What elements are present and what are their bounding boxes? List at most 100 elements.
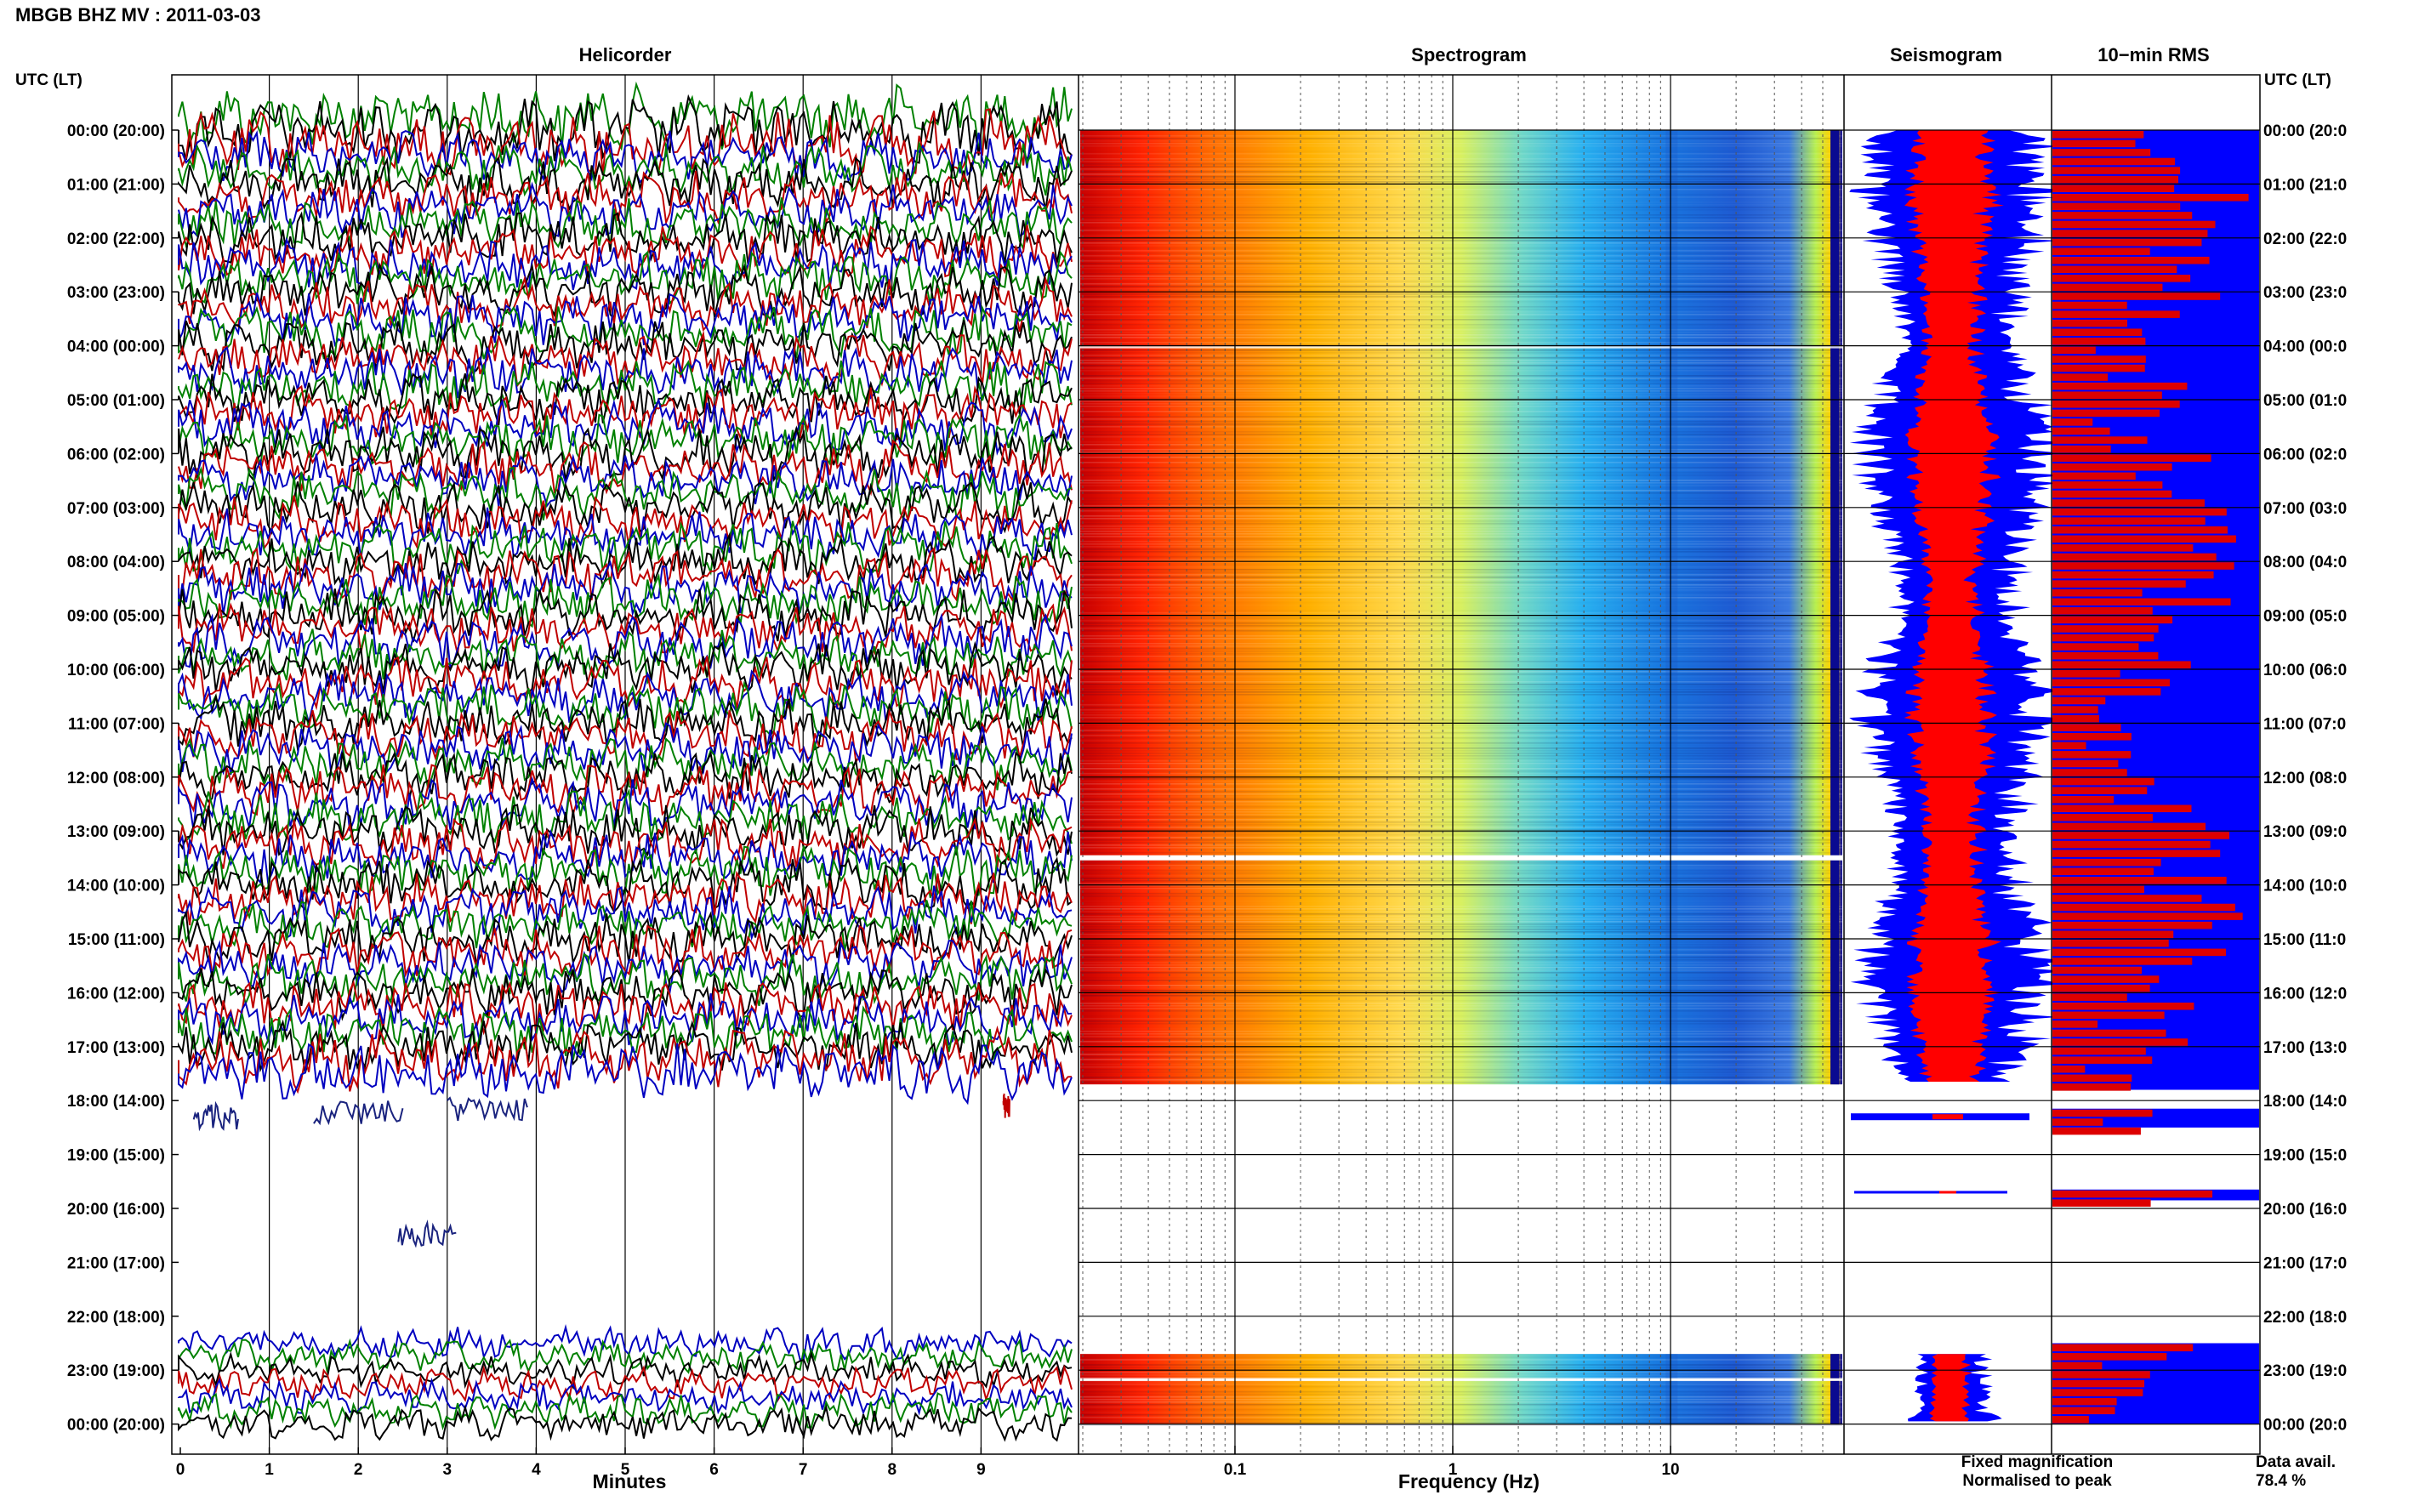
spectrogram-texture <box>1080 620 1842 622</box>
spectrogram-texture <box>1080 227 1842 229</box>
spectrogram-texture <box>1080 753 1842 754</box>
spectrogram-texture <box>1080 355 1842 356</box>
spectrogram-texture <box>1080 880 1842 882</box>
spectrogram-texture <box>1080 944 1842 946</box>
hour-label-left: 11:00 (07:00) <box>68 715 165 733</box>
rms-bar <box>2052 382 2188 390</box>
spectrogram-texture <box>1080 1010 1842 1012</box>
spectrogram-texture <box>1080 503 1842 504</box>
spectrogram-texture <box>1080 1079 1842 1081</box>
spectrogram-texture <box>1080 298 1842 300</box>
hour-label-right: 00:00 (20:0 <box>2263 122 2347 140</box>
rms-bar <box>2052 958 2193 965</box>
spectrogram-texture <box>1080 293 1842 295</box>
spectrogram-texture <box>1080 763 1842 765</box>
spectrogram-texture <box>1080 232 1842 234</box>
spectrogram-texture <box>1080 982 1842 984</box>
rms-bar <box>2052 651 2159 660</box>
spectrogram-texture <box>1080 204 1842 206</box>
spectrogram-texture <box>1080 1082 1842 1083</box>
hour-label-right: 09:00 (05:0 <box>2263 608 2347 626</box>
rms-bar <box>2052 832 2229 839</box>
spectrogram-texture <box>1080 671 1842 673</box>
spectrogram-texture <box>1080 791 1842 793</box>
spectrogram-texture <box>1080 587 1842 588</box>
spectrogram-texture <box>1080 189 1842 190</box>
spectrogram-texture <box>1080 375 1842 377</box>
spectrogram-texture <box>1080 510 1842 512</box>
spectrogram-texture <box>1080 566 1842 568</box>
spectrogram-texture <box>1080 145 1842 147</box>
spectrogram-texture <box>1080 214 1842 216</box>
spectrogram-texture <box>1080 778 1842 780</box>
spectrogram-texture <box>1080 972 1842 974</box>
spectrogram-texture <box>1080 1413 1842 1416</box>
spectrogram-texture <box>1080 571 1842 573</box>
spectrogram-texture <box>1080 781 1842 782</box>
spectrogram-texture <box>1080 712 1842 713</box>
rms-bar <box>2052 562 2234 570</box>
rms-bar <box>2052 598 2231 606</box>
spectrogram-texture <box>1080 890 1842 892</box>
spectrogram-texture <box>1080 135 1842 137</box>
rms-bar <box>2052 643 2139 651</box>
rms-bar <box>2052 454 2211 462</box>
spectrogram-texture <box>1080 829 1842 831</box>
rms-bar <box>2052 265 2177 274</box>
spectrogram-texture <box>1080 520 1842 522</box>
spectrogram-texture <box>1080 1003 1842 1004</box>
rms-bar <box>2052 481 2163 489</box>
spectrogram-texture <box>1080 158 1842 160</box>
hour-label-right: 22:00 (18:0 <box>2263 1309 2347 1327</box>
rms-bar <box>2052 364 2145 372</box>
rms-bar <box>2052 840 2211 849</box>
spectrogram-texture <box>1080 773 1842 775</box>
spectrogram-texture <box>1080 253 1842 254</box>
spectrogram-texture <box>1080 1056 1842 1058</box>
rms-bar <box>2052 409 2160 418</box>
spectrogram-texture <box>1080 1071 1842 1073</box>
helicorder-fragment <box>1002 1093 1010 1118</box>
rms-bar <box>2052 724 2121 731</box>
rms-bar <box>2052 472 2136 480</box>
spectrogram-texture <box>1080 240 1842 242</box>
spectrogram-texture <box>1080 1005 1842 1007</box>
spectrogram-texture <box>1080 1359 1842 1361</box>
rms-bar <box>2052 759 2119 768</box>
panel-title-seismogram: Seismogram <box>1890 44 2002 65</box>
spectrogram-texture <box>1080 526 1842 527</box>
spectrogram-texture <box>1080 1380 1842 1383</box>
spectrogram-texture <box>1080 847 1842 849</box>
spectrogram-texture <box>1080 638 1842 639</box>
spectrogram-texture <box>1080 811 1842 813</box>
spectrogram-texture <box>1080 505 1842 507</box>
spectrogram-texture <box>1080 1033 1842 1035</box>
spectrogram-texture <box>1080 367 1842 369</box>
rms-bar <box>2052 921 2212 929</box>
spectrogram-texture <box>1080 954 1842 956</box>
rms-bar <box>2052 212 2193 219</box>
spectrogram-texture <box>1080 549 1842 550</box>
spectrogram-texture <box>1080 334 1842 336</box>
rms-bar <box>2052 1127 2141 1135</box>
spectrogram-texture <box>1080 605 1842 606</box>
spectrogram-texture <box>1080 329 1842 331</box>
spectrogram-texture <box>1080 824 1842 826</box>
minute-tick-label: 7 <box>799 1461 808 1479</box>
spectrogram-texture <box>1080 656 1842 657</box>
spectrogram-gap-line <box>1080 855 1842 861</box>
spectrogram-texture <box>1080 515 1842 517</box>
spectrogram-texture <box>1080 163 1842 165</box>
minute-tick-label: 3 <box>443 1461 452 1479</box>
spectrogram-texture <box>1080 694 1842 696</box>
spectrogram-texture <box>1080 309 1842 310</box>
spectrogram-texture <box>1080 441 1842 443</box>
spectrogram-texture <box>1080 339 1842 341</box>
rms-bar <box>2052 535 2236 543</box>
rms-bar <box>2052 301 2127 310</box>
spectrogram-texture <box>1080 395 1842 397</box>
spectrogram-texture <box>1080 901 1842 902</box>
spectrogram-texture <box>1080 895 1842 897</box>
rms-bar <box>2052 706 2098 713</box>
rms-bar <box>2052 293 2221 300</box>
